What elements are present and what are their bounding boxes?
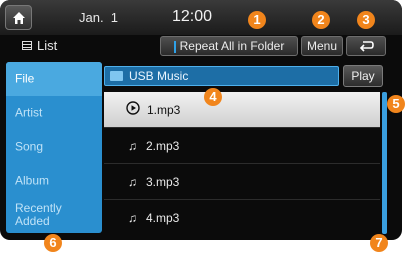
repeat-mode-button[interactable]: Repeat All in Folder [160,36,298,56]
home-icon [13,12,25,24]
callout-3: 3 [357,11,375,29]
music-note-icon: ♫ [128,139,137,153]
status-bar: Jan. 1 12:00 [0,0,402,35]
category-recently-added[interactable]: Recently Added [6,198,102,232]
menu-button[interactable]: Menu [301,36,343,56]
callout-1: 1 [248,11,266,29]
music-note-icon: ♫ [128,175,137,189]
list-item[interactable]: ♫ 4.mp3 [104,200,380,236]
play-button[interactable]: Play [343,65,383,87]
callout-5: 5 [387,95,405,113]
status-time: 12:00 [172,8,213,25]
back-arrow-icon [359,41,374,52]
callout-4: 4 [204,88,222,106]
category-album[interactable]: Album [6,164,102,198]
folder-path-label: USB Music [129,69,189,83]
list-item[interactable]: ♫ 3.mp3 [104,164,380,200]
list-icon [22,41,32,50]
folder-icon [110,71,123,81]
repeat-indicator-icon [173,40,176,53]
category-label: Album [15,173,50,188]
status-date: Jan. 1 [79,10,119,25]
scrollbar-thumb[interactable] [382,92,387,234]
callout-7: 7 [370,234,388,252]
file-name: 2.mp3 [146,139,180,153]
back-button[interactable] [346,36,386,56]
category-panel: File Artist Song Album Recently Added [6,62,102,233]
home-button[interactable] [5,5,32,30]
repeat-mode-label: Repeat All in Folder [179,39,285,53]
music-note-icon: ♫ [128,211,137,225]
list-item[interactable]: ♫ 2.mp3 [104,128,380,164]
list-item[interactable]: 1.mp3 [104,92,380,128]
category-file[interactable]: File [6,62,102,96]
file-name: 3.mp3 [146,175,180,189]
category-label: Recently Added [15,201,62,228]
callout-6: 6 [44,234,62,252]
list-label-text: List [37,38,58,53]
play-circle-icon [126,101,140,115]
file-name: 4.mp3 [146,211,180,225]
category-label: File [15,71,35,86]
category-label: Artist [15,105,43,120]
list-view-label[interactable]: List [22,38,57,53]
folder-path-bar[interactable]: USB Music [104,66,339,86]
file-list: 1.mp3 ♫ 2.mp3 ♫ 3.mp3 ♫ 4.mp3 [104,92,380,240]
category-artist[interactable]: Artist [6,96,102,130]
head-unit-screen: Jan. 1 12:00 List Repeat All in Folder M… [0,0,402,240]
category-label: Song [15,139,44,154]
callout-2: 2 [312,11,330,29]
file-name: 1.mp3 [147,103,181,117]
category-song[interactable]: Song [6,130,102,164]
